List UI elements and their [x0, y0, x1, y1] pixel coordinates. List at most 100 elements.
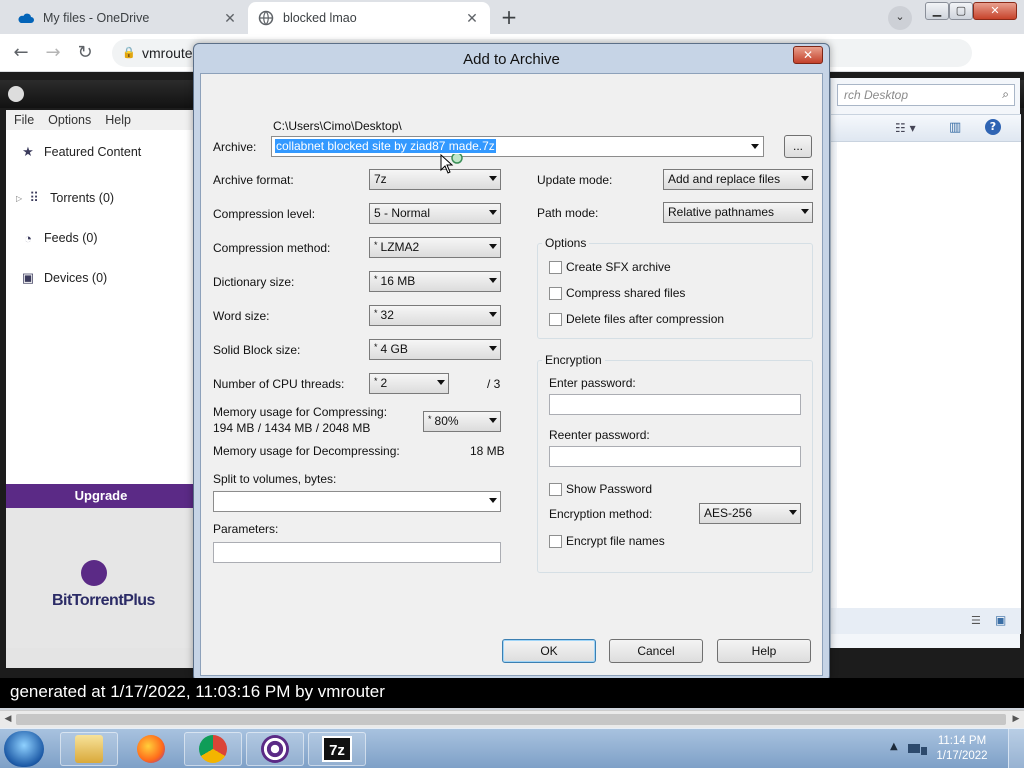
start-button[interactable]	[4, 731, 44, 767]
maximize-button[interactable]: ▢	[949, 2, 973, 20]
sidebar-item-torrents[interactable]: ▷ ⠿ Torrents (0)	[16, 188, 114, 208]
search-icon[interactable]: ⌕	[1002, 87, 1009, 102]
bittorrent-menubar: File Options Help	[6, 110, 196, 130]
cancel-button[interactable]: Cancel	[609, 639, 703, 663]
clock-date: 1/17/2022	[936, 750, 988, 762]
bittorrent-taskbar-button[interactable]	[246, 732, 304, 766]
network-icon[interactable]	[906, 741, 930, 757]
sidebar-item-feeds[interactable]: ◔ Feeds (0)	[20, 228, 97, 248]
bittorrent-plus-ad[interactable]: BitTorrentPlus	[6, 508, 196, 648]
word-size-label: Word size:	[213, 309, 270, 323]
checkbox-box[interactable]	[549, 534, 562, 548]
delete-after-checkbox[interactable]: Delete files after compression	[549, 312, 724, 326]
dictionary-size-combo[interactable]: * 16 MB	[369, 271, 501, 292]
compression-method-combo[interactable]: * LZMA2	[369, 237, 501, 258]
close-window-button[interactable]: ✕	[973, 2, 1017, 20]
scrollbar-thumb[interactable]	[16, 714, 1006, 725]
encrypt-names-checkbox[interactable]: Encrypt file names	[549, 534, 665, 548]
checkbox-box[interactable]	[549, 260, 562, 274]
split-volumes-combo[interactable]	[213, 491, 501, 512]
update-mode-combo[interactable]: Add and replace files	[663, 169, 813, 190]
checkbox-box[interactable]	[549, 312, 562, 326]
cpu-threads-max: / 3	[487, 377, 501, 391]
back-icon[interactable]: ←	[8, 40, 34, 66]
compression-level-combo[interactable]: 5 - Normal	[369, 203, 501, 224]
firefox-taskbar-button[interactable]	[122, 732, 180, 766]
menu-help[interactable]: Help	[105, 110, 131, 130]
explorer-status-bar: ☰ ▣	[831, 608, 1021, 634]
tab-onedrive[interactable]: My files - OneDrive ✕	[8, 2, 248, 34]
memory-usage-combo[interactable]: * 80%	[423, 411, 501, 432]
checkbox-box[interactable]	[549, 482, 562, 496]
cpu-threads-combo[interactable]: * 2	[369, 373, 449, 394]
ok-button[interactable]: OK	[502, 639, 596, 663]
close-tab-icon[interactable]: ✕	[464, 10, 480, 27]
sidebar-item-featured[interactable]: ★ Featured Content	[20, 142, 141, 162]
help-icon[interactable]: ?	[985, 119, 1001, 135]
tab-blocked-lmao[interactable]: blocked lmao ✕	[248, 2, 490, 34]
scroll-right-icon[interactable]: ▶	[1010, 713, 1022, 725]
7zip-taskbar-button[interactable]: 7z	[308, 732, 366, 766]
parameters-input[interactable]	[213, 542, 501, 563]
chevron-down-icon	[801, 176, 809, 181]
upgrade-button[interactable]: Upgrade	[6, 484, 196, 508]
chevron-down-icon[interactable]	[751, 144, 759, 149]
path-mode-combo[interactable]: Relative pathnames	[663, 202, 813, 223]
update-mode-label: Update mode:	[537, 173, 613, 187]
chevron-down-icon	[489, 278, 497, 283]
large-icons-view-icon[interactable]: ▣	[995, 613, 1006, 627]
word-size-combo[interactable]: * 32	[369, 305, 501, 326]
checkbox-box[interactable]	[549, 286, 562, 300]
scroll-left-icon[interactable]: ◀	[2, 713, 14, 725]
dialog-close-button[interactable]: ✕	[793, 46, 823, 64]
minimize-button[interactable]: ▁	[925, 2, 949, 20]
horizontal-scrollbar[interactable]: ◀ ▶	[0, 710, 1024, 728]
archive-path: C:\Users\Cimo\Desktop\	[273, 119, 402, 133]
view-options-icon[interactable]: ☷ ▾	[895, 121, 916, 135]
solid-block-size-combo[interactable]: * 4 GB	[369, 339, 501, 360]
compress-shared-checkbox[interactable]: Compress shared files	[549, 286, 685, 300]
memory-decompressing-value: 18 MB	[470, 444, 505, 458]
search-placeholder: rch Desktop	[844, 88, 909, 102]
checkbox-label: Encrypt file names	[566, 534, 665, 548]
preview-pane-icon[interactable]: ▥	[949, 120, 961, 135]
create-sfx-checkbox[interactable]: Create SFX archive	[549, 260, 671, 274]
compression-level-value: 5 - Normal	[374, 206, 431, 220]
reenter-password-input[interactable]	[549, 446, 801, 467]
reload-icon[interactable]: ↻	[72, 40, 98, 66]
checkbox-label: Show Password	[566, 482, 653, 496]
expand-arrow-icon[interactable]: ▷	[16, 194, 22, 203]
menu-file[interactable]: File	[14, 110, 34, 130]
archive-name-combo[interactable]: collabnet blocked site by ziad87 made.7z	[271, 136, 764, 157]
forward-icon[interactable]: →	[40, 40, 66, 66]
explorer-taskbar-button[interactable]	[60, 732, 118, 766]
show-desktop-button[interactable]	[1008, 729, 1024, 768]
memory-decompressing-label: Memory usage for Decompressing:	[213, 444, 400, 458]
close-tab-icon[interactable]: ✕	[222, 10, 238, 27]
explorer-toolbar: ☷ ▾ ▥ ?	[831, 114, 1021, 142]
sidebar-item-label: Devices (0)	[44, 271, 108, 285]
sidebar-item-label: Featured Content	[44, 145, 142, 159]
new-tab-button[interactable]: +	[497, 6, 521, 30]
cpu-threads-value: 2	[380, 376, 388, 390]
options-group-title: Options	[542, 236, 590, 250]
sidebar-item-devices[interactable]: ▣ Devices (0)	[20, 268, 107, 288]
password-input[interactable]	[549, 394, 801, 415]
chevron-down-icon	[489, 418, 497, 423]
explorer-file-area[interactable]	[837, 142, 1021, 622]
tray-clock[interactable]: 11:14 PM 1/17/2022	[932, 734, 992, 764]
tab-search-button[interactable]: ⌄	[888, 6, 912, 30]
archive-format-combo[interactable]: 7z	[369, 169, 501, 190]
show-hidden-icons-icon[interactable]: ▲	[890, 741, 898, 752]
explorer-search-input[interactable]: rch Desktop ⌕	[837, 84, 1015, 106]
globe-icon	[258, 10, 274, 26]
help-button[interactable]: Help	[717, 639, 811, 663]
show-password-checkbox[interactable]: Show Password	[549, 482, 652, 496]
chrome-taskbar-button[interactable]	[184, 732, 242, 766]
archive-format-value: 7z	[374, 172, 387, 186]
menu-options[interactable]: Options	[48, 110, 91, 130]
encryption-method-combo[interactable]: AES-256	[699, 503, 801, 524]
browse-button[interactable]: ...	[784, 135, 812, 158]
details-view-icon[interactable]: ☰	[971, 614, 981, 627]
bittorrent-logo-icon	[8, 86, 24, 102]
